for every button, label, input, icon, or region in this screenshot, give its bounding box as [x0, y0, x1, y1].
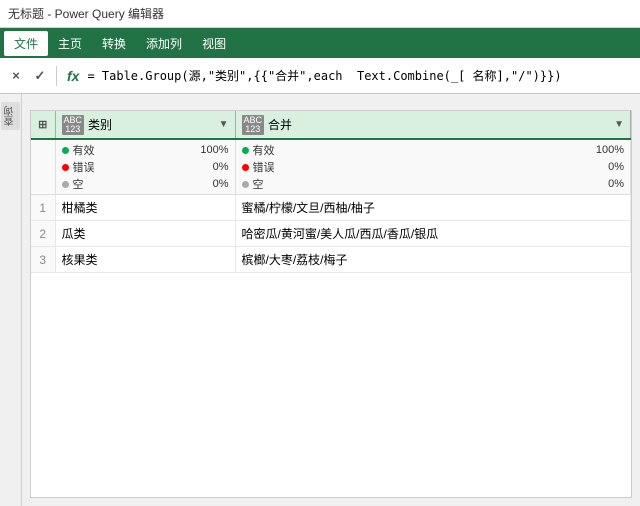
row-num-1: 1 — [31, 195, 55, 221]
row-3-col1: 核果类 — [55, 247, 235, 273]
title-text: 无标题 - Power Query 编辑器 — [8, 5, 164, 22]
col-header-merge: ABC 123 合并 ▼ — [235, 111, 631, 139]
stat-valid-label-2: 有效 — [253, 142, 275, 158]
query-panel: ⊞ ABC 123 类别 — [22, 94, 640, 506]
formula-bar: × ✓ fx — [0, 58, 640, 94]
table-selector-icon: ⊞ — [31, 118, 55, 131]
formula-confirm-button[interactable]: ✓ — [30, 66, 50, 86]
menu-item-home[interactable]: 主页 — [48, 31, 92, 56]
formula-divider — [56, 66, 57, 86]
left-sidebar: 查询 — [0, 94, 22, 506]
stat-valid-dot-1 — [62, 147, 69, 154]
row-2-col2: 哈密瓜/黄河蜜/美人瓜/西瓜/香瓜/银瓜 — [235, 221, 631, 247]
stat-valid-value-2: 100% — [588, 144, 624, 156]
stat-valid-value-1: 100% — [192, 144, 228, 156]
formula-input[interactable] — [87, 69, 634, 83]
stat-error-value-2: 0% — [600, 161, 624, 173]
stats-cell-merge: 有效 100% 错误 0% 空 — [235, 139, 631, 195]
data-table-container: ⊞ ABC 123 类别 — [30, 110, 632, 498]
col-dropdown-2[interactable]: ▼ — [614, 119, 624, 130]
main-content: 查询 ⊞ — [0, 94, 640, 506]
formula-cancel-button[interactable]: × — [6, 66, 26, 86]
stat-error-label-2: 错误 — [253, 159, 275, 175]
data-table: ⊞ ABC 123 类别 — [31, 111, 631, 273]
col-header-category: ABC 123 类别 ▼ — [55, 111, 235, 139]
stat-error-label-1: 错误 — [73, 159, 95, 175]
row-2-col1: 瓜类 — [55, 221, 235, 247]
menu-item-transform[interactable]: 转换 — [92, 31, 136, 56]
stat-empty-dot-2 — [242, 181, 249, 188]
col-name-merge: 合并 — [268, 116, 292, 133]
stat-valid-dot-2 — [242, 147, 249, 154]
col-type-badge-2: ABC 123 — [242, 115, 265, 135]
stat-empty-label-1: 空 — [73, 176, 84, 192]
stats-row: 有效 100% 错误 0% 空 — [31, 139, 631, 195]
table-row: 3 核果类 槟榔/大枣/荔枝/梅子 — [31, 247, 631, 273]
menu-item-addcol[interactable]: 添加列 — [136, 31, 192, 56]
table-row: 1 柑橘类 蜜橘/柠檬/文旦/西柚/柚子 — [31, 195, 631, 221]
row-num-2: 2 — [31, 221, 55, 247]
stat-empty-label-2: 空 — [253, 176, 264, 192]
row-1-col2: 蜜橘/柠檬/文旦/西柚/柚子 — [235, 195, 631, 221]
row-1-col1: 柑橘类 — [55, 195, 235, 221]
table-corner: ⊞ — [31, 111, 55, 139]
stat-empty-value-1: 0% — [205, 178, 229, 190]
title-bar: 无标题 - Power Query 编辑器 — [0, 0, 640, 28]
stat-error-value-1: 0% — [205, 161, 229, 173]
stat-empty-value-2: 0% — [600, 178, 624, 190]
stat-error-dot-1 — [62, 164, 69, 171]
menu-item-view[interactable]: 视图 — [192, 31, 236, 56]
col-type-badge-1: ABC 123 — [62, 115, 85, 135]
menu-bar: 文件 主页 转换 添加列 视图 — [0, 28, 640, 58]
sidebar-queries-icon[interactable]: 查询 — [1, 102, 20, 130]
stat-empty-dot-1 — [62, 181, 69, 188]
stats-cell-category: 有效 100% 错误 0% 空 — [55, 139, 235, 195]
row-3-col2: 槟榔/大枣/荔枝/梅子 — [235, 247, 631, 273]
stat-valid-label-1: 有效 — [73, 142, 95, 158]
col-dropdown-1[interactable]: ▼ — [219, 119, 229, 130]
row-num-3: 3 — [31, 247, 55, 273]
fx-icon: fx — [67, 68, 79, 84]
table-row: 2 瓜类 哈密瓜/黄河蜜/美人瓜/西瓜/香瓜/银瓜 — [31, 221, 631, 247]
stat-error-dot-2 — [242, 164, 249, 171]
menu-item-file[interactable]: 文件 — [4, 31, 48, 56]
col-name-category: 类别 — [88, 116, 112, 133]
